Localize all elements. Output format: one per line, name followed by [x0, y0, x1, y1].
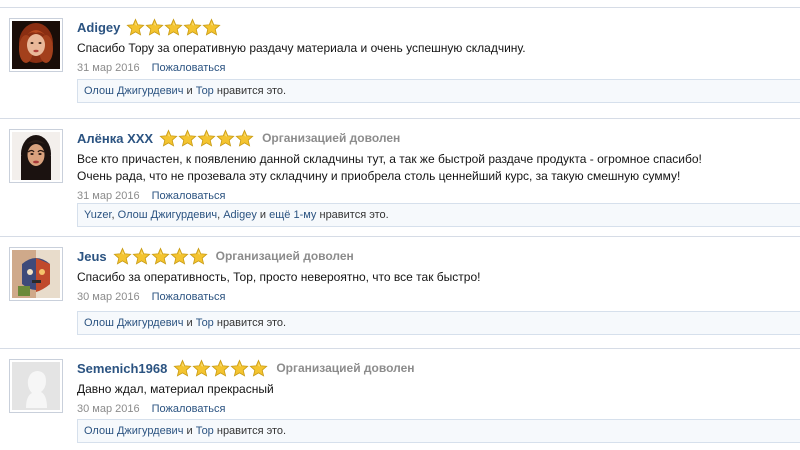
review-item: Semenich1968 Организацией доволен Давно … — [0, 348, 800, 450]
star-icon — [145, 17, 164, 37]
review-item: Jeus Организацией доволен Спасибо за опе… — [0, 236, 800, 341]
star-icon — [249, 358, 268, 378]
rating-stars — [113, 246, 208, 266]
rating-label: Организацией доволен — [276, 361, 415, 375]
star-icon — [113, 246, 132, 266]
review-message: Все кто причастен, к появлению данной ск… — [77, 151, 800, 185]
star-icon — [178, 128, 197, 148]
review-message: Спасибо за оперативность, Тор, просто не… — [77, 269, 800, 286]
review-content: Jeus Организацией доволен Спасибо за опе… — [77, 245, 800, 305]
review-content: Semenich1968 Организацией доволен Давно … — [77, 357, 800, 417]
default-silhouette-avatar-icon — [12, 362, 60, 410]
message-line: Давно ждал, материал прекрасный — [77, 382, 274, 396]
user-avatar[interactable] — [9, 18, 63, 72]
review-item: Алёнка ХХХ Организацией доволен Все кто … — [0, 118, 800, 234]
username-link[interactable]: Semenich1968 — [77, 361, 167, 376]
star-icon — [164, 17, 183, 37]
liker-link[interactable]: Олош Джигурдевич — [84, 85, 183, 97]
username-link[interactable]: Jeus — [77, 249, 107, 264]
star-icon — [170, 246, 189, 266]
review-meta: 31 мар 2016 Пожаловаться — [77, 62, 800, 76]
message-line: Спасибо за оперативность, Тор, просто не… — [77, 270, 481, 284]
review-meta: 30 мар 2016 Пожаловаться — [77, 291, 800, 305]
likes-text: и — [183, 85, 196, 97]
review-date: 30 мар 2016 — [77, 403, 140, 415]
brunette-woman-avatar-icon — [12, 132, 60, 180]
likes-text: и — [183, 317, 196, 329]
username-link[interactable]: Алёнка ХХХ — [77, 131, 153, 146]
star-icon — [216, 128, 235, 148]
likes-bar: Олош Джигурдевич и Тор нравится это. — [77, 419, 800, 443]
review-header: Semenich1968 Организацией доволен — [77, 357, 800, 379]
review-meta: 31 мар 2016 Пожаловаться — [77, 190, 800, 204]
star-icon — [183, 17, 202, 37]
star-icon — [159, 128, 178, 148]
user-avatar[interactable] — [9, 359, 63, 413]
star-icon — [126, 17, 145, 37]
likes-text: и — [183, 425, 196, 437]
likes-text: нравится это. — [213, 317, 287, 329]
review-date: 30 мар 2016 — [77, 291, 140, 303]
star-icon — [189, 246, 208, 266]
rating-stars — [126, 17, 221, 37]
review-date: 31 мар 2016 — [77, 62, 140, 74]
review-item: Adigey Спасибо Тору за оперативную разда… — [0, 7, 800, 116]
star-icon — [132, 246, 151, 266]
likes-bar: Олош Джигурдевич и Тор нравится это. — [77, 79, 800, 103]
report-link[interactable]: Пожаловаться — [152, 403, 226, 417]
review-header: Adigey — [77, 16, 800, 38]
rating-stars — [173, 358, 268, 378]
star-icon — [230, 358, 249, 378]
report-link[interactable]: Пожаловаться — [152, 62, 226, 76]
star-icon — [151, 246, 170, 266]
star-icon — [202, 17, 221, 37]
liker-link[interactable]: Тор — [196, 425, 214, 437]
star-icon — [197, 128, 216, 148]
star-icon — [173, 358, 192, 378]
likes-text: нравится это. — [213, 425, 287, 437]
review-date: 31 мар 2016 — [77, 190, 140, 202]
liker-link[interactable]: ещё 1-му — [269, 209, 316, 221]
redhead-woman-avatar-icon — [12, 21, 60, 69]
message-line: Спасибо Тору за оперативную раздачу мате… — [77, 41, 526, 55]
message-line: Все кто причастен, к появлению данной ск… — [77, 152, 702, 166]
review-header: Алёнка ХХХ Организацией доволен — [77, 127, 800, 149]
rating-stars — [159, 128, 254, 148]
liker-link[interactable]: Adigey — [223, 209, 257, 221]
report-link[interactable]: Пожаловаться — [152, 190, 226, 204]
report-link[interactable]: Пожаловаться — [152, 291, 226, 305]
abstract-face-avatar-icon — [12, 250, 60, 298]
review-content: Алёнка ХХХ Организацией доволен Все кто … — [77, 127, 800, 204]
liker-link[interactable]: Олош Джигурдевич — [84, 317, 183, 329]
likes-bar: Олош Джигурдевич и Тор нравится это. — [77, 311, 800, 335]
star-icon — [192, 358, 211, 378]
star-icon — [211, 358, 230, 378]
likes-text: нравится это. — [316, 209, 389, 221]
username-link[interactable]: Adigey — [77, 20, 120, 35]
liker-link[interactable]: Тор — [196, 317, 214, 329]
review-message: Спасибо Тору за оперативную раздачу мате… — [77, 40, 800, 57]
likes-text: нравится это. — [213, 85, 287, 97]
reviews-page: Adigey Спасибо Тору за оперативную разда… — [0, 0, 800, 450]
likes-text: и — [256, 209, 270, 221]
rating-label: Организацией доволен — [262, 131, 401, 145]
rating-label: Организацией доволен — [215, 249, 354, 263]
message-line: Очень рада, что не прозевала эту складчи… — [77, 169, 681, 183]
user-avatar[interactable] — [9, 247, 63, 301]
review-message: Давно ждал, материал прекрасный — [77, 381, 800, 398]
liker-link[interactable]: Yuzer — [84, 209, 112, 221]
review-meta: 30 мар 2016 Пожаловаться — [77, 403, 800, 417]
review-content: Adigey Спасибо Тору за оперативную разда… — [77, 16, 800, 76]
liker-link[interactable]: Олош Джигурдевич — [84, 425, 183, 437]
star-icon — [235, 128, 254, 148]
liker-link[interactable]: Олош Джигурдевич — [118, 209, 217, 221]
review-header: Jeus Организацией доволен — [77, 245, 800, 267]
user-avatar[interactable] — [9, 129, 63, 183]
liker-link[interactable]: Тор — [196, 85, 214, 97]
likes-bar: Yuzer, Олош Джигурдевич, Adigey и ещё 1-… — [77, 203, 800, 227]
